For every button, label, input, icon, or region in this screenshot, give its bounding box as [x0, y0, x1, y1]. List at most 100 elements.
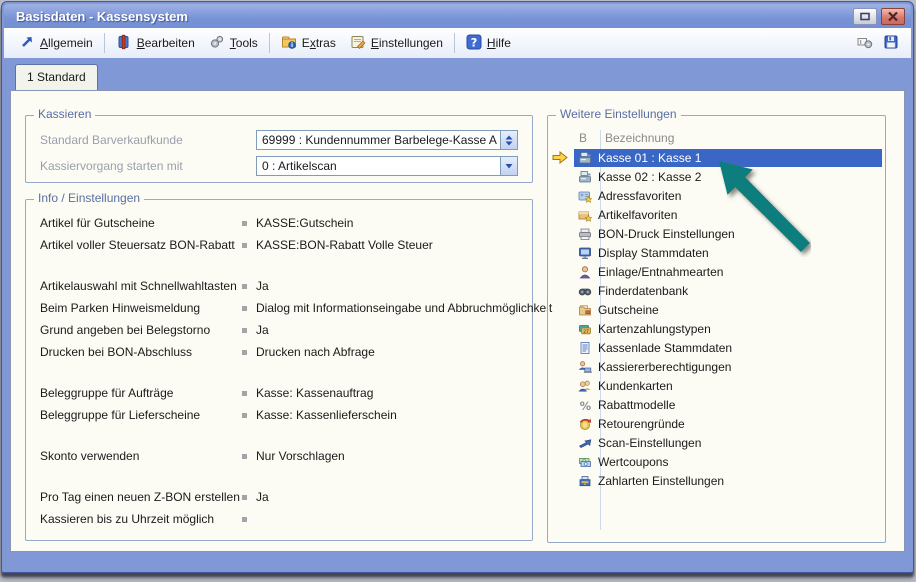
info-row: Beleggruppe für Aufträge Kasse: Kassenau… [26, 383, 532, 405]
info-row: Beleggruppe für Lieferscheine Kasse: Kas… [26, 405, 532, 427]
dropdown-button[interactable] [500, 157, 517, 175]
svg-text:27: 27 [583, 328, 589, 334]
menu-item-label: Einstellungen [371, 36, 443, 50]
settings-list-item[interactable]: Kasse 02 : Kasse 2 [548, 167, 885, 186]
barverkaufkunde-value: 69999 : Kundennummer Barbelege-Kasse A [257, 131, 500, 149]
settings-list-item[interactable]: Finderdatenbank [548, 281, 885, 300]
bullet-icon [242, 350, 247, 355]
gears-icon [209, 34, 225, 53]
settings-list-item[interactable]: Zahlarten Einstellungen [548, 471, 885, 490]
settings-list-item[interactable]: Einlage/Entnahmearten [548, 262, 885, 281]
binoculars-icon [576, 284, 594, 298]
settings-item-label: Artikelfavoriten [598, 208, 677, 222]
menu-separator [454, 33, 455, 53]
kassiervorgang-dropdown[interactable]: 0 : Artikelscan [256, 156, 518, 176]
settings-list-item[interactable]: Display Stammdaten [548, 243, 885, 262]
settings-item-label: Kasse 02 : Kasse 2 [598, 170, 701, 184]
menu-item-bearbeiten[interactable]: Bearbeiten [109, 31, 202, 56]
settings-item-label: Wertcoupons [598, 455, 668, 469]
settings-item-label: Rabattmodelle [598, 398, 675, 412]
settings-list-item[interactable]: Retourengründe [548, 414, 885, 433]
group-weitere-einstellungen: Weitere Einstellungen B Bezeichnung Kass… [547, 115, 886, 543]
settings-list-item[interactable]: 27 Kartenzahlungstypen [548, 319, 885, 338]
menu-bar: Allgemein Bearbeiten Tools i Extras Eins… [4, 28, 911, 58]
spinner-down-icon [505, 141, 513, 146]
settings-list-item[interactable]: Scan-Einstellungen [548, 433, 885, 452]
svg-text:%: % [580, 398, 592, 411]
group-kassieren: Kassieren Standard Barverkaufkunde 69999… [25, 115, 533, 183]
settings-item-label: Zahlarten Einstellungen [598, 474, 724, 488]
settings-list-item[interactable]: % Rabattmodelle [548, 395, 885, 414]
menu-item-einstellungen[interactable]: Einstellungen [343, 31, 450, 56]
settings-item-label: Kundenkarten [598, 379, 673, 393]
menu-item-allgemein[interactable]: Allgemein [12, 31, 100, 56]
spinner-buttons[interactable] [500, 131, 517, 149]
bullet-icon [242, 391, 247, 396]
barverkaufkunde-spinner-field[interactable]: 69999 : Kundennummer Barbelege-Kasse A [256, 130, 518, 150]
save-icon[interactable] [883, 34, 899, 53]
settings-list-item[interactable]: Kassiererberechtigungen [548, 357, 885, 376]
info-row-value: Dialog mit Informationseingabe und Abbru… [256, 301, 552, 315]
settings-item-label: Gutscheine [598, 303, 659, 317]
settings-list-item[interactable]: Kasse 01 : Kasse 1 [548, 148, 885, 167]
two-people-icon [576, 379, 594, 393]
settings-item-label: Adressfavoriten [598, 189, 681, 203]
menu-separator [104, 33, 105, 53]
help-icon: ? [466, 34, 482, 53]
tab-standard[interactable]: 1 Standard [15, 64, 98, 90]
info-row: Beim Parken Hinweismeldung Dialog mit In… [26, 298, 532, 320]
settings-list-item[interactable]: Wertcoupons [548, 452, 885, 471]
content-panel: Kassieren Standard Barverkaufkunde 69999… [10, 90, 905, 552]
field-settings-icon[interactable]: I [857, 34, 873, 53]
info-row-value: Drucken nach Abfrage [256, 345, 375, 359]
group-kassieren-legend: Kassieren [34, 107, 95, 121]
settings-list-item[interactable]: BON-Druck Einstellungen [548, 224, 885, 243]
info-row-label: Grund angeben bei Belegstorno [40, 323, 210, 337]
info-row-label: Beleggruppe für Aufträge [40, 386, 173, 400]
close-button[interactable] [881, 8, 905, 25]
settings-list-item[interactable]: Kassenlade Stammdaten [548, 338, 885, 357]
display-icon [576, 246, 594, 260]
cards-icon: 27 [576, 322, 594, 336]
settings-item-label: Finderdatenbank [598, 284, 688, 298]
settings-list-item[interactable]: Artikelfavoriten [548, 205, 885, 224]
settings-item-label: Einlage/Entnahmearten [598, 265, 723, 279]
info-row-label: Skonto verwenden [40, 449, 139, 463]
settings-list-item[interactable]: Adressfavoriten [548, 186, 885, 205]
folder-info-icon: i [281, 34, 297, 53]
settings-item-label: Kartenzahlungstypen [598, 322, 711, 336]
restore-icon [858, 11, 872, 22]
settings-list-item[interactable]: Kundenkarten [548, 376, 885, 395]
menu-item-hilfe[interactable]: ? Hilfe [459, 31, 518, 56]
svg-text:i: i [291, 42, 293, 49]
info-row-value: Ja [256, 279, 269, 293]
label-kassiervorgang: Kassiervorgang starten mit [40, 159, 183, 173]
info-row: Pro Tag einen neuen Z-BON erstellen Ja [26, 487, 532, 509]
restore-button[interactable] [853, 8, 877, 25]
settings-list-item[interactable]: Gutscheine [548, 300, 885, 319]
settings-item-label: Kassenlade Stammdaten [598, 341, 732, 355]
menu-item-extras[interactable]: i Extras [274, 31, 343, 56]
column-header-bezeichnung: Bezeichnung [605, 131, 674, 145]
tab-label: 1 Standard [27, 70, 86, 84]
cash-register-icon [576, 151, 594, 165]
info-row-label: Drucken bei BON-Abschluss [40, 345, 192, 359]
info-row-label: Beim Parken Hinweismeldung [40, 301, 200, 315]
settings-item-label: Scan-Einstellungen [598, 436, 701, 450]
settings-item-label: Kassiererberechtigungen [598, 360, 731, 374]
bullet-icon [242, 306, 247, 311]
info-rows: Artikel für Gutscheine KASSE:Gutschein A… [26, 200, 532, 531]
address-star-icon [576, 189, 594, 203]
title-bar[interactable]: Basisdaten - Kassensystem [4, 4, 911, 28]
percent-icon: % [576, 398, 594, 412]
settings-item-label: Kasse 01 : Kasse 1 [598, 151, 701, 165]
info-row: Skonto verwenden Nur Vorschlagen [26, 446, 532, 468]
menu-item-tools[interactable]: Tools [202, 31, 265, 56]
selected-row-pointer-icon [552, 151, 574, 164]
info-row-label: Artikelauswahl mit Schnellwahltasten [40, 279, 237, 293]
info-row-label: Artikel für Gutscheine [40, 216, 155, 230]
bullet-icon [242, 221, 247, 226]
bullet-icon [242, 413, 247, 418]
info-row: Artikel für Gutscheine KASSE:Gutschein [26, 213, 532, 235]
printer-icon [576, 227, 594, 241]
